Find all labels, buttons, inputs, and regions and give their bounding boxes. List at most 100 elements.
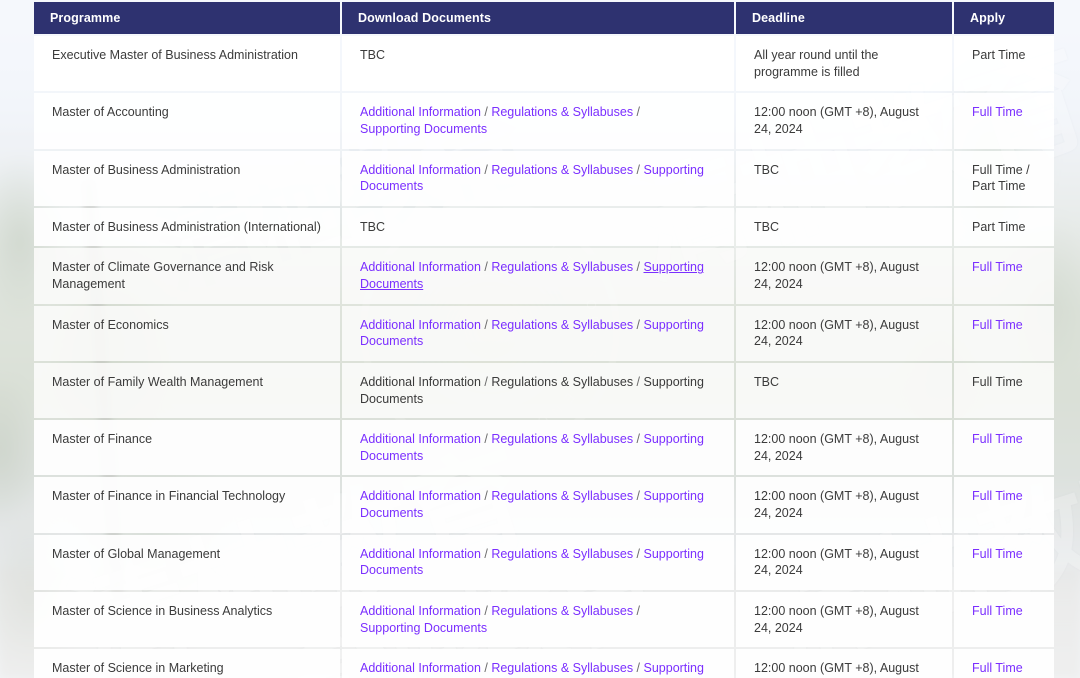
- cell-apply: Full Time: [954, 534, 1054, 590]
- apply-link[interactable]: Full Time: [972, 105, 1023, 119]
- table-row: Master of Business Administration Additio…: [34, 150, 1054, 206]
- apply-status-text: Part Time: [972, 48, 1026, 62]
- link-regulations-syllabuses[interactable]: Regulations & Syllabuses: [491, 163, 633, 177]
- cell-apply: Full Time: [954, 248, 1054, 304]
- cell-deadline: 12:00 noon (GMT +8), August 24, 2024: [736, 93, 952, 149]
- apply-link[interactable]: Full Time: [972, 489, 1023, 503]
- link-separator: /: [633, 162, 644, 177]
- cell-programme-name: Master of Climate Governance and Risk Ma…: [34, 248, 340, 304]
- link-additional-information[interactable]: Additional Information: [360, 489, 481, 503]
- cell-apply: Full Time: [954, 93, 1054, 149]
- link-separator: /: [633, 661, 644, 676]
- cell-programme-name: Master of Science in Business Analytics: [34, 591, 340, 648]
- cell-download-documents: Additional Information / Regulations & S…: [342, 534, 734, 590]
- apply-link[interactable]: Full Time: [972, 547, 1023, 561]
- cell-deadline: TBC: [736, 150, 952, 206]
- link-regulations-syllabuses[interactable]: Regulations & Syllabuses: [491, 661, 633, 675]
- cell-apply: Full Time: [954, 477, 1054, 533]
- link-additional-information[interactable]: Additional Information: [360, 105, 481, 119]
- link-separator: /: [480, 162, 492, 177]
- link-separator: /: [480, 546, 492, 561]
- link-separator: /: [633, 105, 641, 120]
- table-body: Executive Master of Business Administrat…: [34, 36, 1054, 678]
- cell-apply: Full Time: [954, 649, 1054, 678]
- link-additional-information: Additional Information: [360, 374, 481, 389]
- table-row: Master of Family Wealth Management Additi…: [34, 362, 1054, 419]
- link-additional-information[interactable]: Additional Information: [360, 318, 481, 332]
- cell-programme-name: Master of Accounting: [34, 93, 340, 149]
- cell-apply: Full Time: [954, 305, 1054, 361]
- link-separator: /: [633, 489, 644, 504]
- link-separator: /: [633, 374, 644, 389]
- link-separator: /: [480, 489, 492, 504]
- link-regulations-syllabuses[interactable]: Regulations & Syllabuses: [491, 105, 633, 119]
- cell-deadline: TBC: [736, 362, 952, 419]
- cell-apply: Part Time: [954, 36, 1054, 92]
- cell-programme-name: Master of Finance: [34, 420, 340, 476]
- table-row: Master of Global Management Additional In…: [34, 534, 1054, 590]
- table-row: Master of Accounting Additional Informati…: [34, 93, 1054, 149]
- cell-deadline: 12:00 noon (GMT +8), August 24, 2024: [736, 477, 952, 533]
- cell-programme-name: Master of Business Administration (Inter…: [34, 207, 340, 247]
- table-row: Executive Master of Business Administrat…: [34, 36, 1054, 92]
- cell-deadline: 12:00 noon (GMT +8), August 24, 2024: [736, 248, 952, 304]
- cell-download-documents: Additional Information / Regulations & S…: [342, 305, 734, 361]
- link-additional-information[interactable]: Additional Information: [360, 661, 481, 675]
- apply-link[interactable]: Full Time: [972, 318, 1023, 332]
- apply-link[interactable]: Full Time: [972, 661, 1023, 675]
- link-separator: /: [480, 374, 492, 389]
- table-header-row: Programme Download Documents Deadline Ap…: [34, 2, 1054, 34]
- link-regulations-syllabuses[interactable]: Regulations & Syllabuses: [491, 432, 633, 446]
- cell-download-documents: TBC: [342, 36, 734, 92]
- column-header-apply: Apply: [954, 2, 1054, 34]
- cell-programme-name: Master of Business Administration: [34, 150, 340, 206]
- cell-programme-name: Master of Global Management: [34, 534, 340, 590]
- link-regulations-syllabuses[interactable]: Regulations & Syllabuses: [491, 489, 633, 503]
- link-regulations-syllabuses[interactable]: Regulations & Syllabuses: [491, 260, 633, 274]
- link-additional-information[interactable]: Additional Information: [360, 547, 481, 561]
- link-separator: /: [480, 661, 492, 676]
- link-regulations-syllabuses[interactable]: Regulations & Syllabuses: [491, 604, 633, 618]
- documents-status-text: TBC: [360, 48, 385, 62]
- cell-download-documents: Additional Information / Regulations & S…: [342, 362, 734, 419]
- apply-link[interactable]: Full Time: [972, 604, 1023, 618]
- cell-programme-name: Master of Science in Marketing: [34, 649, 340, 678]
- cell-download-documents: Additional Information / Regulations & S…: [342, 248, 734, 304]
- apply-status-text: Full Time: [972, 374, 1023, 389]
- cell-download-documents: Additional Information / Regulations & S…: [342, 150, 734, 206]
- link-regulations-syllabuses: Regulations & Syllabuses: [491, 374, 634, 389]
- link-separator: /: [633, 432, 644, 447]
- link-supporting-documents[interactable]: Supporting Documents: [360, 621, 487, 635]
- documents-status-text: TBC: [360, 219, 385, 234]
- link-separator: /: [633, 603, 641, 618]
- link-regulations-syllabuses[interactable]: Regulations & Syllabuses: [491, 318, 633, 332]
- cell-deadline: 12:00 noon (GMT +8), August 24, 2024: [736, 649, 952, 678]
- cell-download-documents: TBC: [342, 207, 734, 247]
- link-separator: /: [633, 260, 644, 275]
- link-separator: /: [633, 546, 644, 561]
- table-row: Master of Climate Governance and Risk Ma…: [34, 248, 1054, 304]
- cell-programme-name: Executive Master of Business Administrat…: [34, 36, 340, 92]
- cell-deadline: All year round until the programme is fi…: [736, 36, 952, 92]
- apply-link[interactable]: Full Time: [972, 260, 1023, 274]
- link-additional-information[interactable]: Additional Information: [360, 163, 481, 177]
- apply-link[interactable]: Full Time: [972, 432, 1023, 446]
- table-row: Master of Economics Additional Informatio…: [34, 305, 1054, 361]
- table-header: Programme Download Documents Deadline Ap…: [34, 2, 1054, 34]
- cell-deadline: 12:00 noon (GMT +8), August 24, 2024: [736, 534, 952, 590]
- link-additional-information[interactable]: Additional Information: [360, 260, 481, 274]
- apply-status-text: Full Time / Part Time: [972, 162, 1030, 194]
- link-additional-information[interactable]: Additional Information: [360, 604, 481, 618]
- link-additional-information[interactable]: Additional Information: [360, 432, 481, 446]
- link-separator: /: [480, 603, 492, 618]
- link-supporting-documents[interactable]: Supporting Documents: [360, 122, 487, 136]
- link-regulations-syllabuses[interactable]: Regulations & Syllabuses: [491, 547, 633, 561]
- apply-status-text: Part Time: [972, 219, 1026, 234]
- link-separator: /: [480, 105, 492, 120]
- programme-table-container: Programme Download Documents Deadline Ap…: [32, 0, 1054, 678]
- cell-deadline: TBC: [736, 207, 952, 247]
- table-row: Master of Science in Business Analytics A…: [34, 591, 1054, 648]
- cell-apply: Full Time: [954, 420, 1054, 476]
- table-row: Master of Finance Additional Information …: [34, 420, 1054, 476]
- column-header-download-documents: Download Documents: [342, 2, 734, 34]
